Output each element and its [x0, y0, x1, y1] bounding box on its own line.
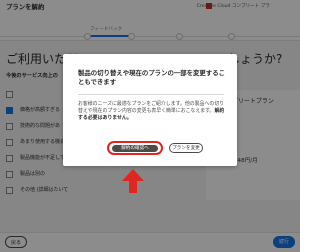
confirm-cancel-button[interactable]: 解約の確認へ [112, 145, 158, 152]
change-plan-button[interactable]: プランを変更 [169, 143, 203, 153]
highlight-circle: 解約の確認へ [107, 141, 163, 155]
dialog-divider [78, 94, 224, 95]
dialog-title: 製品の切り替えや現在のプランの一部を変更することもできます [78, 69, 225, 86]
dialog-body-text: お客様のニーズに最適なプランをご紹介します。他の製品への切り替えや現在のプラン内… [78, 101, 224, 115]
dialog-buttons: 解約の確認へ プランを変更 [107, 141, 227, 155]
up-arrow-icon [122, 169, 144, 193]
retention-dialog: 製品の切り替えや現在のプランの一部を変更することもできます お客様のニーズに最適… [63, 54, 237, 166]
dialog-body: お客様のニーズに最適なプランをご紹介します。他の製品への切り替えや現在のプラン内… [78, 101, 226, 123]
